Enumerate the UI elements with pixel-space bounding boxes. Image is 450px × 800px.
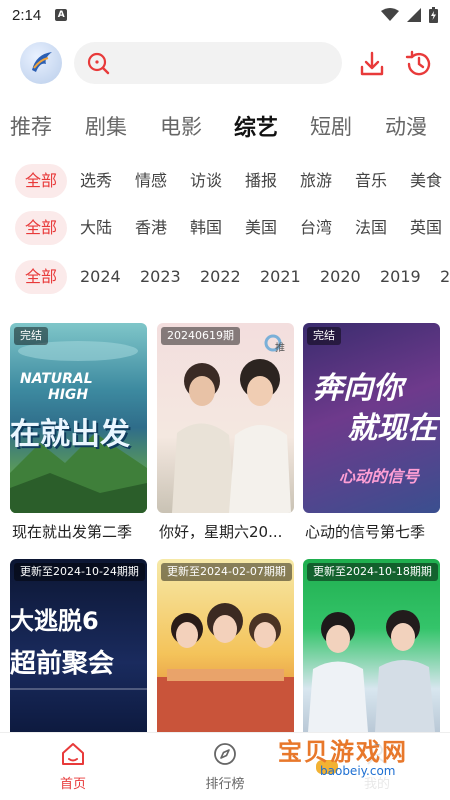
- signal-icon: [407, 8, 421, 22]
- year-chip[interactable]: 2023: [140, 260, 181, 294]
- region-chip[interactable]: 香港: [135, 211, 167, 245]
- region-chip[interactable]: 台湾: [300, 211, 332, 245]
- genre-chip[interactable]: 选秀: [80, 164, 112, 198]
- show-card[interactable]: 更新至2024-10-18期期: [303, 559, 440, 732]
- search-bar[interactable]: [74, 42, 342, 84]
- search-icon: [87, 52, 110, 75]
- region-chip[interactable]: 法国: [355, 211, 387, 245]
- show-card[interactable]: 更新至2024-02-07期期: [157, 559, 294, 732]
- status-bar: 2:14 A: [0, 0, 450, 30]
- genre-filter-row: 全部 选秀 情感 访谈 播报 旅游 音乐 美食: [0, 164, 450, 198]
- poster-title-1: 奔向你: [313, 371, 403, 406]
- genre-chip[interactable]: 播报: [245, 164, 277, 198]
- show-card[interactable]: NATURAL HIGH 在就出发 完结 现在就出发第二季: [10, 323, 147, 549]
- genre-chip[interactable]: 音乐: [355, 164, 387, 198]
- show-title: 心动的信号第七季: [305, 523, 426, 541]
- notification-icon: A: [55, 9, 68, 21]
- logo-bird-icon: [32, 52, 52, 72]
- tab-recommend[interactable]: 推荐: [10, 111, 52, 141]
- show-title: 现在就出发第二季: [12, 523, 133, 541]
- status-badge: 完结: [14, 327, 48, 345]
- poster-art: [172, 334, 291, 513]
- year-chip[interactable]: 2022: [200, 260, 241, 294]
- update-badge: 更新至2024-02-07期期: [161, 563, 292, 581]
- year-chip-all[interactable]: 全部: [15, 260, 68, 294]
- watermark-url: baobeiy.com: [320, 764, 396, 778]
- top-bar: [0, 42, 450, 88]
- watermark-text: 宝贝游戏网: [278, 738, 408, 766]
- show-card[interactable]: 大逃脱6 超前聚会 更新至2024-10-24期期: [10, 559, 147, 732]
- nav-rank-label: 排行榜: [205, 777, 245, 792]
- show-poster: 更新至2024-02-07期期: [157, 559, 294, 732]
- region-chip[interactable]: 美国: [245, 211, 277, 245]
- year-chip[interactable]: 2020: [320, 260, 361, 294]
- update-badge: 更新至2024-10-24期期: [14, 563, 145, 581]
- region-chip[interactable]: 大陆: [80, 211, 112, 245]
- poster-title-1: NATURAL: [20, 371, 93, 387]
- poster-art: [10, 688, 147, 690]
- show-card[interactable]: 推 20240619期 你好，星期六20...: [157, 323, 294, 549]
- nav-home-label: 首页: [59, 777, 86, 792]
- poster-art: [308, 610, 435, 732]
- tab-anime[interactable]: 动漫: [385, 111, 427, 141]
- download-icon[interactable]: [358, 50, 386, 78]
- tab-variety[interactable]: 综艺: [234, 110, 279, 142]
- year-chip[interactable]: 2019: [380, 260, 421, 294]
- year-filter-row: 全部 2024 2023 2022 2021 2020 2019 2: [0, 260, 450, 294]
- genre-chip[interactable]: 旅游: [300, 164, 332, 198]
- wifi-icon: [381, 8, 399, 21]
- episode-badge: 20240619期: [161, 327, 240, 345]
- show-poster: 奔向你 就现在 心动的信号 完结: [303, 323, 440, 513]
- poster-title-3: 心动的信号: [339, 467, 420, 486]
- genre-chip[interactable]: 访谈: [190, 164, 222, 198]
- poster-title-2: 就现在: [347, 411, 437, 446]
- genre-chip[interactable]: 情感: [135, 164, 167, 198]
- show-card[interactable]: 奔向你 就现在 心动的信号 完结 心动的信号第七季: [303, 323, 440, 549]
- battery-icon: [429, 7, 438, 23]
- category-tabs: 推荐 剧集 电影 综艺 短剧 动漫: [0, 106, 450, 146]
- status-badge: 完结: [307, 327, 341, 345]
- nav-home[interactable]: 首页: [33, 741, 113, 792]
- poster-title-2: HIGH: [48, 387, 89, 403]
- search-input[interactable]: [116, 43, 342, 83]
- poster-corner-text: 推: [275, 343, 285, 354]
- show-poster: 更新至2024-10-18期期: [303, 559, 440, 732]
- poster-title-3: 在就出发: [10, 417, 130, 452]
- genre-chip-all[interactable]: 全部: [15, 164, 68, 198]
- region-chip[interactable]: 英国: [410, 211, 442, 245]
- show-poster: NATURAL HIGH 在就出发 完结: [10, 323, 147, 513]
- tab-movie[interactable]: 电影: [160, 111, 202, 141]
- region-filter-row: 全部 大陆 香港 韩国 美国 台湾 法国 英国: [0, 211, 450, 245]
- show-title: 你好，星期六20...: [159, 523, 283, 541]
- tab-short-drama[interactable]: 短剧: [310, 111, 352, 141]
- year-chip[interactable]: 2021: [260, 260, 301, 294]
- poster-art: [157, 603, 294, 732]
- tab-series[interactable]: 剧集: [85, 111, 127, 141]
- history-icon[interactable]: [404, 49, 434, 79]
- show-poster: 推 20240619期: [157, 323, 294, 513]
- status-time: 2:14: [12, 6, 42, 24]
- home-icon: [62, 743, 84, 765]
- genre-chip[interactable]: 美食: [410, 164, 442, 198]
- app-logo[interactable]: [20, 42, 62, 84]
- region-chip[interactable]: 韩国: [190, 211, 222, 245]
- nav-rank[interactable]: 排行榜: [185, 741, 265, 792]
- update-badge: 更新至2024-10-18期期: [307, 563, 438, 581]
- year-chip[interactable]: 2024: [80, 260, 121, 294]
- region-chip-all[interactable]: 全部: [15, 211, 68, 245]
- compass-icon: [214, 743, 236, 765]
- year-chip[interactable]: 2: [440, 260, 450, 294]
- show-poster: 大逃脱6 超前聚会 更新至2024-10-24期期: [10, 559, 147, 732]
